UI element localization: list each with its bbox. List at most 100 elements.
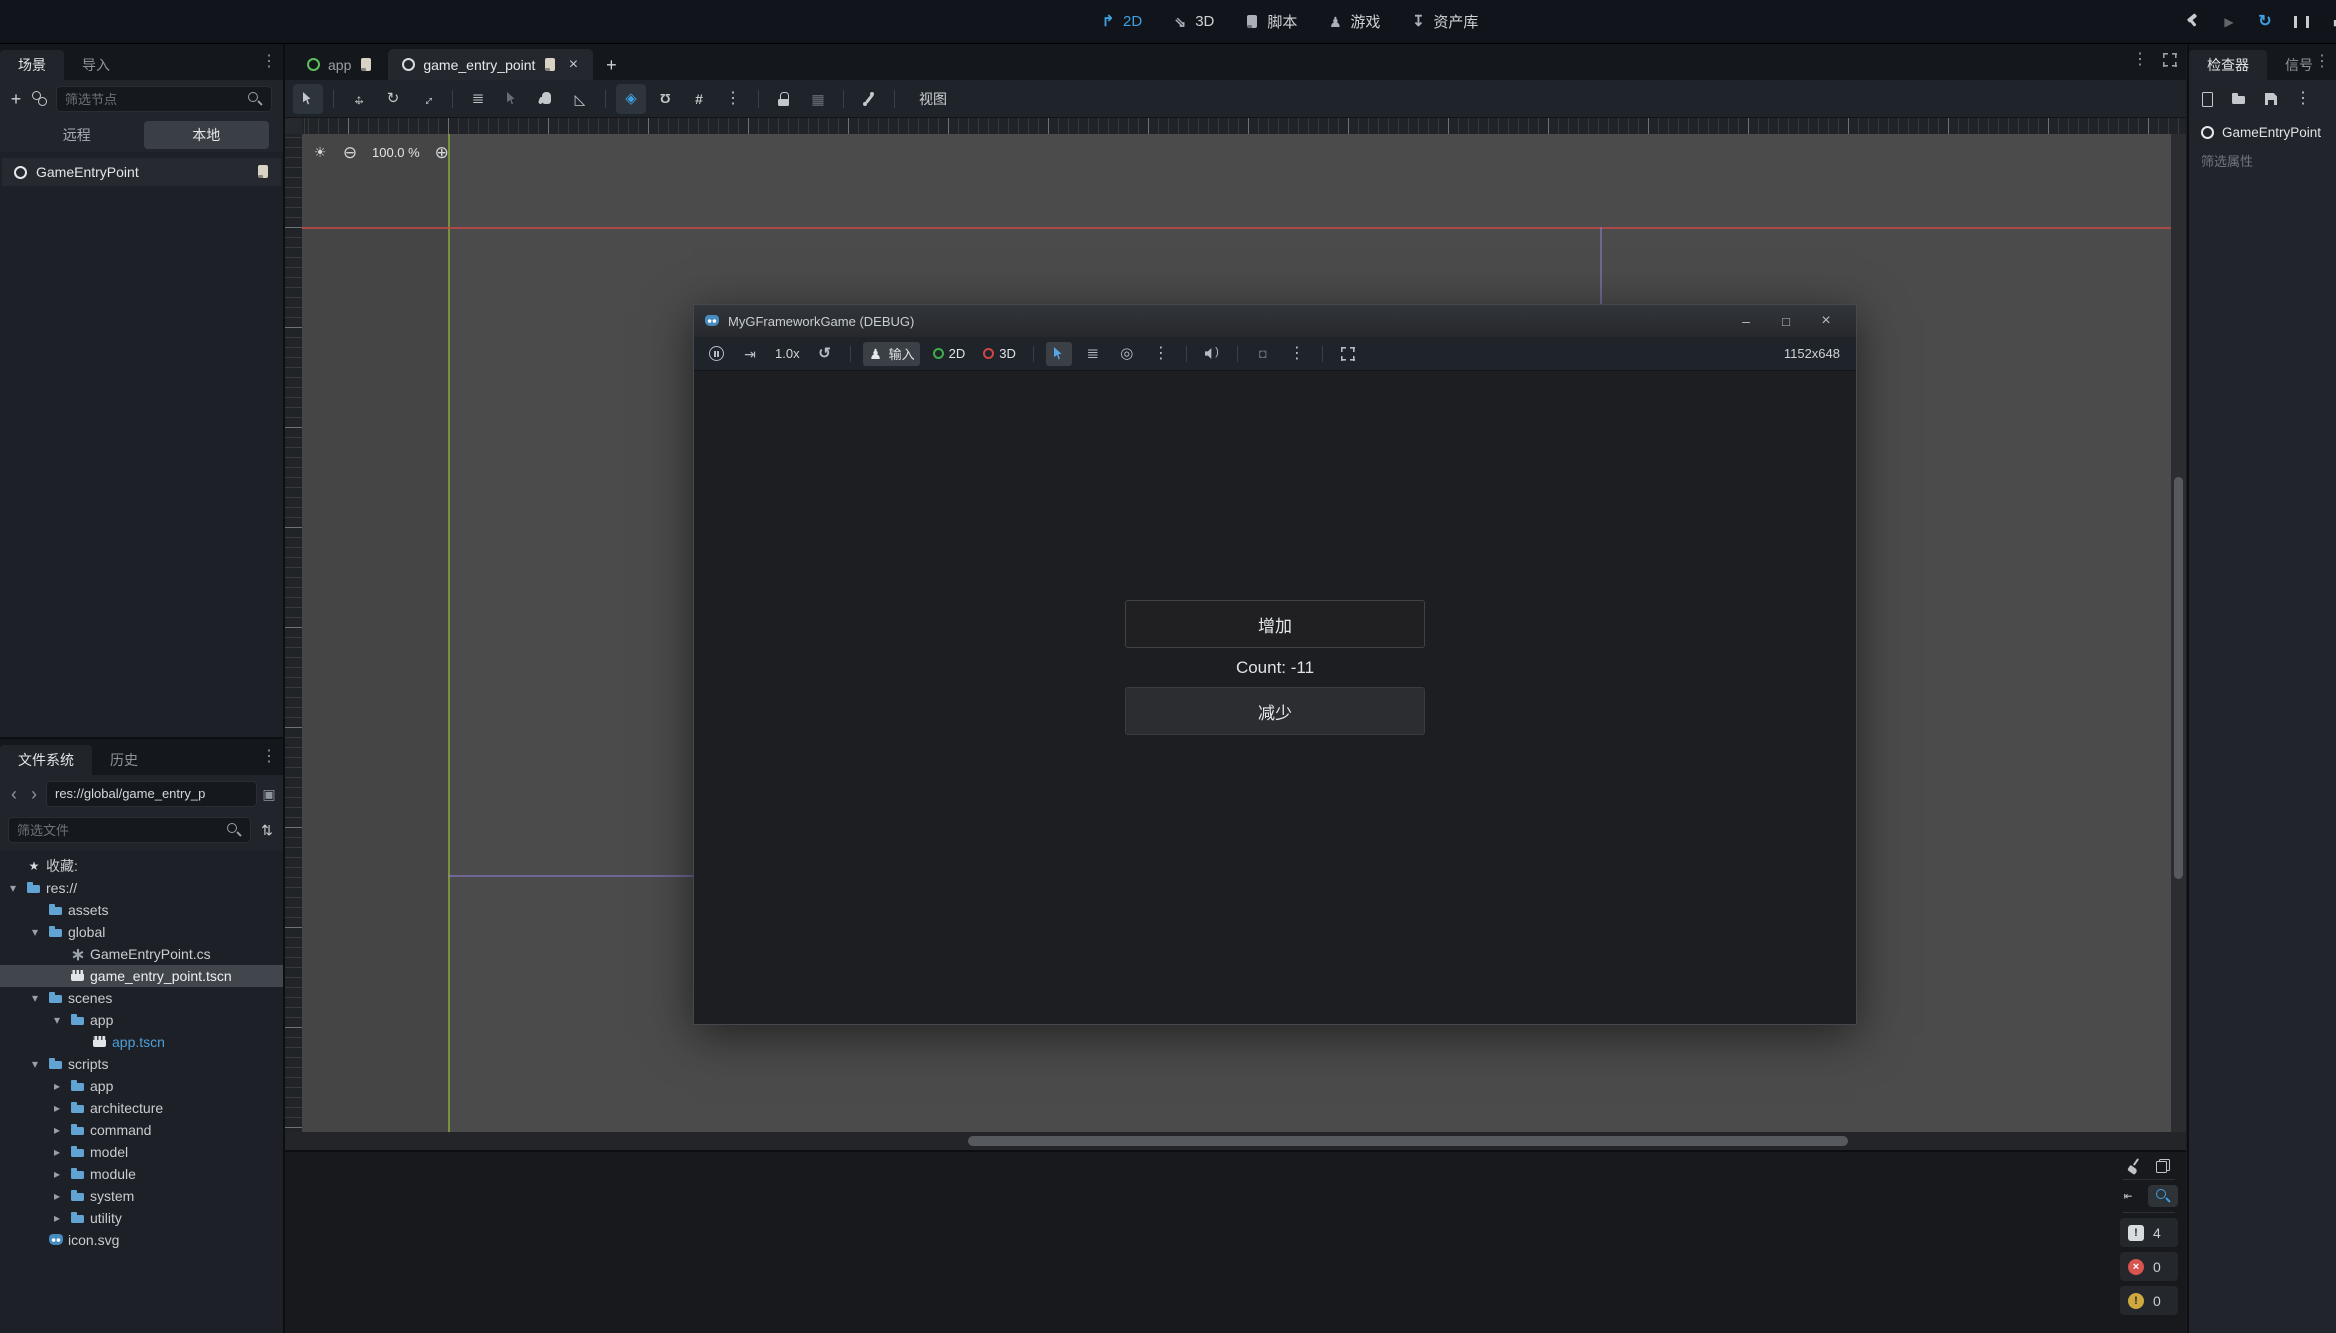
increase-button[interactable]: 增加: [1125, 600, 1425, 648]
close-icon[interactable]: [565, 57, 581, 73]
game-select-tool-button[interactable]: [1046, 342, 1072, 366]
chevron-icon[interactable]: [26, 1056, 44, 1072]
tool-button[interactable]: [854, 84, 884, 114]
game-canvas[interactable]: 增加 Count: -11 减少: [694, 371, 1856, 1024]
chevron-icon[interactable]: [70, 1034, 88, 1050]
workspace-tab[interactable]: 脚本: [1244, 11, 1297, 32]
chevron-icon[interactable]: [26, 990, 44, 1006]
dock-menu-icon[interactable]: [2314, 54, 2330, 70]
file-tree-item[interactable]: app.tscn: [0, 1031, 283, 1053]
game-window-titlebar[interactable]: MyGFrameworkGame (DEBUG): [694, 305, 1856, 337]
zoom-percent-button[interactable]: 100.0 %: [372, 145, 420, 160]
maximize-button[interactable]: [1766, 307, 1806, 335]
scene-tab[interactable]: app: [293, 49, 386, 80]
close-button[interactable]: [1806, 307, 1846, 335]
chevron-icon[interactable]: [48, 1078, 66, 1094]
file-tree-item[interactable]: model: [0, 1141, 283, 1163]
tool-button[interactable]: [803, 84, 833, 114]
mute-audio-button[interactable]: [1199, 342, 1225, 366]
file-tree-item[interactable]: GameEntryPoint.cs: [0, 943, 283, 965]
sort-files-icon[interactable]: [259, 822, 275, 838]
vertical-scrollbar[interactable]: [2171, 134, 2186, 1132]
collapse-output-icon[interactable]: [2120, 1188, 2136, 1204]
zoom-out-button[interactable]: [342, 144, 358, 160]
embed-fullscreen-button[interactable]: [1335, 342, 1361, 366]
horizontal-scrollbar-thumb[interactable]: [968, 1136, 1848, 1146]
chevron-icon[interactable]: [48, 1012, 66, 1028]
tabstrip-menu-icon[interactable]: [2132, 52, 2148, 68]
run-control-button[interactable]: [2221, 14, 2237, 30]
chevron-icon[interactable]: [4, 880, 22, 896]
tool-button[interactable]: [497, 84, 527, 114]
file-tree-item[interactable]: command: [0, 1119, 283, 1141]
minimize-button[interactable]: [1726, 307, 1766, 335]
input-mode-button[interactable]: 输入: [863, 342, 920, 366]
tool-button[interactable]: [463, 84, 493, 114]
workspace-tab[interactable]: 2D: [1100, 13, 1142, 30]
dock-menu-icon[interactable]: [261, 54, 277, 70]
chevron-icon[interactable]: [48, 1144, 66, 1160]
tool-button[interactable]: [412, 84, 442, 114]
run-control-button[interactable]: [2185, 14, 2201, 30]
workspace-tab[interactable]: 3D: [1172, 13, 1214, 30]
script-icon[interactable]: [255, 164, 271, 180]
chevron-icon[interactable]: [4, 858, 22, 874]
script-icon[interactable]: [542, 57, 558, 73]
suspend-button[interactable]: [704, 342, 729, 366]
file-tree-item[interactable]: game_entry_point.tscn: [0, 965, 283, 987]
chevron-icon[interactable]: [48, 1122, 66, 1138]
expand-viewport-icon[interactable]: [2162, 52, 2178, 68]
file-tree-item[interactable]: scripts: [0, 1053, 283, 1075]
file-tree-item[interactable]: res://: [0, 877, 283, 899]
chevron-icon[interactable]: [48, 1188, 66, 1204]
game-options-button[interactable]: [1148, 342, 1174, 366]
chevron-icon[interactable]: [48, 1100, 66, 1116]
debug-3d-button[interactable]: 3D: [978, 342, 1021, 366]
warnings-filter-button[interactable]: ! 0: [2120, 1286, 2178, 1315]
script-icon[interactable]: [358, 57, 374, 73]
node-filter-input[interactable]: [65, 92, 241, 107]
chevron-icon[interactable]: [48, 968, 66, 984]
tool-button[interactable]: [344, 84, 374, 114]
file-tree-item[interactable]: app: [0, 1009, 283, 1031]
instance-scene-button[interactable]: [32, 91, 48, 107]
file-tree-item[interactable]: assets: [0, 899, 283, 921]
file-tree-item[interactable]: scenes: [0, 987, 283, 1009]
scene-tree-root-node[interactable]: GameEntryPoint: [2, 158, 281, 186]
run-control-button[interactable]: [2257, 14, 2273, 30]
file-tree-item[interactable]: architecture: [0, 1097, 283, 1119]
inspector-options-icon[interactable]: [2295, 91, 2311, 107]
restart-game-button[interactable]: [812, 342, 838, 366]
tool-button[interactable]: [531, 84, 561, 114]
chevron-icon[interactable]: [48, 946, 66, 962]
dock-tab[interactable]: 场景: [0, 50, 64, 80]
file-tree-item[interactable]: utility: [0, 1207, 283, 1229]
run-control-button[interactable]: [2293, 14, 2309, 30]
chevron-icon[interactable]: [26, 902, 44, 918]
remote-button[interactable]: 远程: [14, 121, 140, 149]
scene-tab[interactable]: game_entry_point: [388, 49, 593, 80]
new-scene-tab-button[interactable]: [593, 49, 629, 80]
tool-button[interactable]: [378, 84, 408, 114]
view-menu-button[interactable]: 视图: [909, 84, 957, 114]
tool-button[interactable]: [650, 84, 680, 114]
inspected-node-row[interactable]: GameEntryPoint: [2189, 118, 2336, 146]
chevron-icon[interactable]: [26, 1232, 44, 1248]
copy-output-icon[interactable]: [2155, 1158, 2171, 1174]
workspace-tab[interactable]: 资产库: [1410, 11, 1478, 32]
property-filter-input[interactable]: 筛选属性: [2189, 146, 2336, 175]
split-view-icon[interactable]: [261, 786, 277, 802]
dock-menu-icon[interactable]: [261, 749, 277, 765]
dock-tab[interactable]: 文件系统: [0, 745, 92, 775]
forward-icon[interactable]: [26, 786, 42, 802]
run-control-button[interactable]: [2329, 14, 2336, 30]
game-list-select-button[interactable]: [1080, 342, 1106, 366]
file-filter-input[interactable]: [17, 823, 220, 838]
file-tree-item[interactable]: icon.svg: [0, 1229, 283, 1251]
vertical-scrollbar-thumb[interactable]: [2174, 477, 2183, 879]
file-tree-item[interactable]: module: [0, 1163, 283, 1185]
tool-button[interactable]: [293, 84, 323, 114]
tool-button[interactable]: [616, 84, 646, 114]
add-node-button[interactable]: [8, 91, 24, 107]
new-resource-icon[interactable]: [2199, 91, 2215, 107]
